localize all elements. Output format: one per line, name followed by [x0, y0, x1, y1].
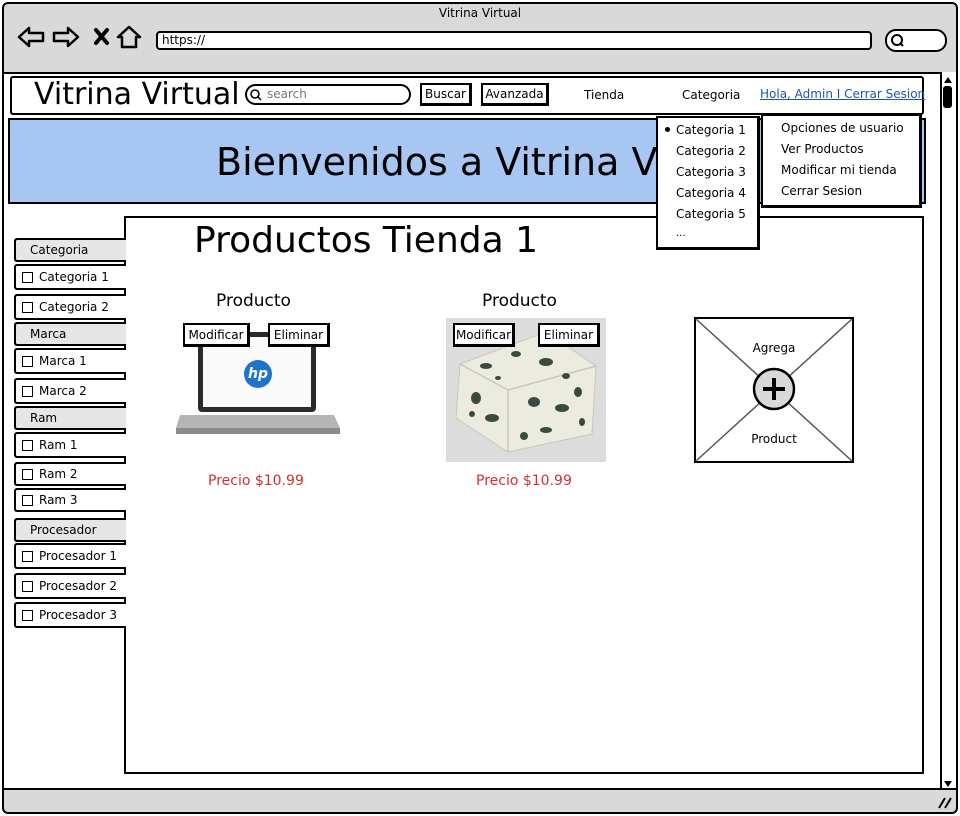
buscar-button[interactable]: Buscar — [420, 83, 472, 106]
sidebar-item-categoria-2[interactable]: Categoria 2 — [14, 294, 126, 320]
eliminar-button[interactable]: Eliminar — [538, 323, 600, 347]
avanzada-button[interactable]: Avanzada — [481, 83, 549, 106]
sidebar-item-marca-1[interactable]: Marca 1 — [14, 348, 126, 374]
checkbox[interactable] — [22, 271, 33, 283]
vertical-scrollbar[interactable] — [940, 72, 956, 790]
category-menu-item[interactable]: Categoria 4 — [676, 186, 746, 200]
sidebar-item-label: Categoria 1 — [39, 270, 109, 284]
sidebar-item-ram-3[interactable]: Ram 3 — [14, 488, 126, 512]
browser-search-icon[interactable] — [884, 28, 950, 54]
nav-tienda[interactable]: Tienda — [584, 88, 624, 102]
sidebar-head-categoria: Categoria — [14, 238, 126, 262]
url-bar[interactable]: https:// — [156, 31, 872, 50]
status-bar-divider — [4, 788, 956, 790]
plus-icon[interactable] — [752, 367, 796, 411]
sidebar-item-label: Marca 2 — [39, 384, 87, 398]
sidebar-head-marca: Marca — [14, 322, 126, 346]
scroll-thumb[interactable] — [943, 86, 952, 108]
sidebar-item-ram-1[interactable]: Ram 1 — [14, 432, 126, 458]
sidebar-item-procesador-3[interactable]: Procesador 3 — [14, 602, 126, 628]
sidebar-head-ram: Ram — [14, 406, 126, 430]
product-name: Producto — [216, 291, 291, 311]
sidebar-item-procesador-1[interactable]: Procesador 1 — [14, 543, 126, 569]
search-icon — [250, 89, 262, 101]
sidebar-head-procesador: Procesador — [14, 518, 126, 542]
nav-categoria[interactable]: Categoria — [682, 88, 740, 102]
category-menu-more[interactable]: ... — [676, 228, 686, 239]
sidebar-item-label: Procesador 1 — [39, 549, 117, 563]
scroll-up-icon[interactable] — [942, 74, 954, 86]
user-menu-options[interactable]: Opciones de usuario — [781, 121, 904, 135]
checkbox[interactable] — [22, 439, 33, 451]
selected-dot-icon — [665, 127, 670, 132]
sidebar-item-label: Ram 2 — [39, 467, 78, 481]
sidebar-item-label: Ram 3 — [39, 493, 78, 507]
sidebar-item-marca-2[interactable]: Marca 2 — [14, 378, 126, 404]
checkbox[interactable] — [22, 301, 33, 313]
product-name: Producto — [482, 291, 557, 311]
sidebar-item-label: Procesador 3 — [39, 608, 117, 622]
category-menu-item[interactable]: Categoria 2 — [676, 144, 746, 158]
category-menu-item[interactable]: Categoria 1 — [676, 123, 746, 137]
sidebar-item-ram-2[interactable]: Ram 2 — [14, 462, 126, 486]
eliminar-button[interactable]: Eliminar — [268, 323, 330, 347]
sidebar-item-label: Procesador 2 — [39, 579, 117, 593]
window-title: Vitrina Virtual — [438, 6, 522, 20]
sidebar-item-categoria-1[interactable]: Categoria 1 — [14, 264, 126, 290]
page-title: Productos Tienda 1 — [194, 220, 539, 261]
close-icon[interactable] — [94, 28, 109, 45]
browser-nav-icons — [17, 25, 142, 49]
checkbox[interactable] — [22, 550, 33, 562]
sidebar-item-label: Ram 1 — [39, 438, 78, 452]
hp-logo: hp — [244, 360, 272, 388]
sidebar-item-procesador-2[interactable]: Procesador 2 — [14, 573, 126, 599]
add-product-top: Agrega — [752, 341, 796, 355]
user-menu-modify-store[interactable]: Modificar mi tienda — [781, 163, 897, 177]
checkbox[interactable] — [22, 494, 33, 506]
user-menu-logout[interactable]: Cerrar Sesion — [781, 184, 862, 198]
sidebar-item-label: Marca 1 — [39, 354, 87, 368]
modificar-button[interactable]: Modificar — [453, 323, 515, 347]
checkbox[interactable] — [22, 609, 33, 621]
home-icon[interactable] — [116, 25, 142, 49]
category-dropdown: Categoria 1 Categoria 2 Categoria 3 Cate… — [656, 116, 760, 250]
checkbox[interactable] — [22, 468, 33, 480]
sidebar-item-label: Categoria 2 — [39, 300, 109, 314]
checkbox[interactable] — [22, 580, 33, 592]
forward-icon[interactable] — [52, 26, 80, 48]
category-menu-item[interactable]: Categoria 5 — [676, 207, 746, 221]
category-menu-item[interactable]: Categoria 3 — [676, 165, 746, 179]
user-dropdown: Opciones de usuario Ver Productos Modifi… — [761, 114, 922, 208]
modificar-button[interactable]: Modificar — [183, 323, 250, 347]
checkbox[interactable] — [22, 385, 33, 397]
site-logo[interactable]: Vitrina Virtual — [34, 77, 240, 112]
user-link[interactable]: Hola, Admin I Cerrar Sesion — [760, 87, 925, 101]
checkbox[interactable] — [22, 355, 33, 367]
product-price: Precio $10.99 — [208, 473, 304, 489]
product-price: Precio $10.99 — [476, 473, 572, 489]
add-product-bottom: Product — [751, 432, 797, 446]
search-input[interactable]: search — [245, 84, 411, 105]
user-menu-products[interactable]: Ver Productos — [781, 142, 864, 156]
back-icon[interactable] — [17, 26, 45, 48]
resize-handle-icon[interactable] — [936, 794, 954, 810]
